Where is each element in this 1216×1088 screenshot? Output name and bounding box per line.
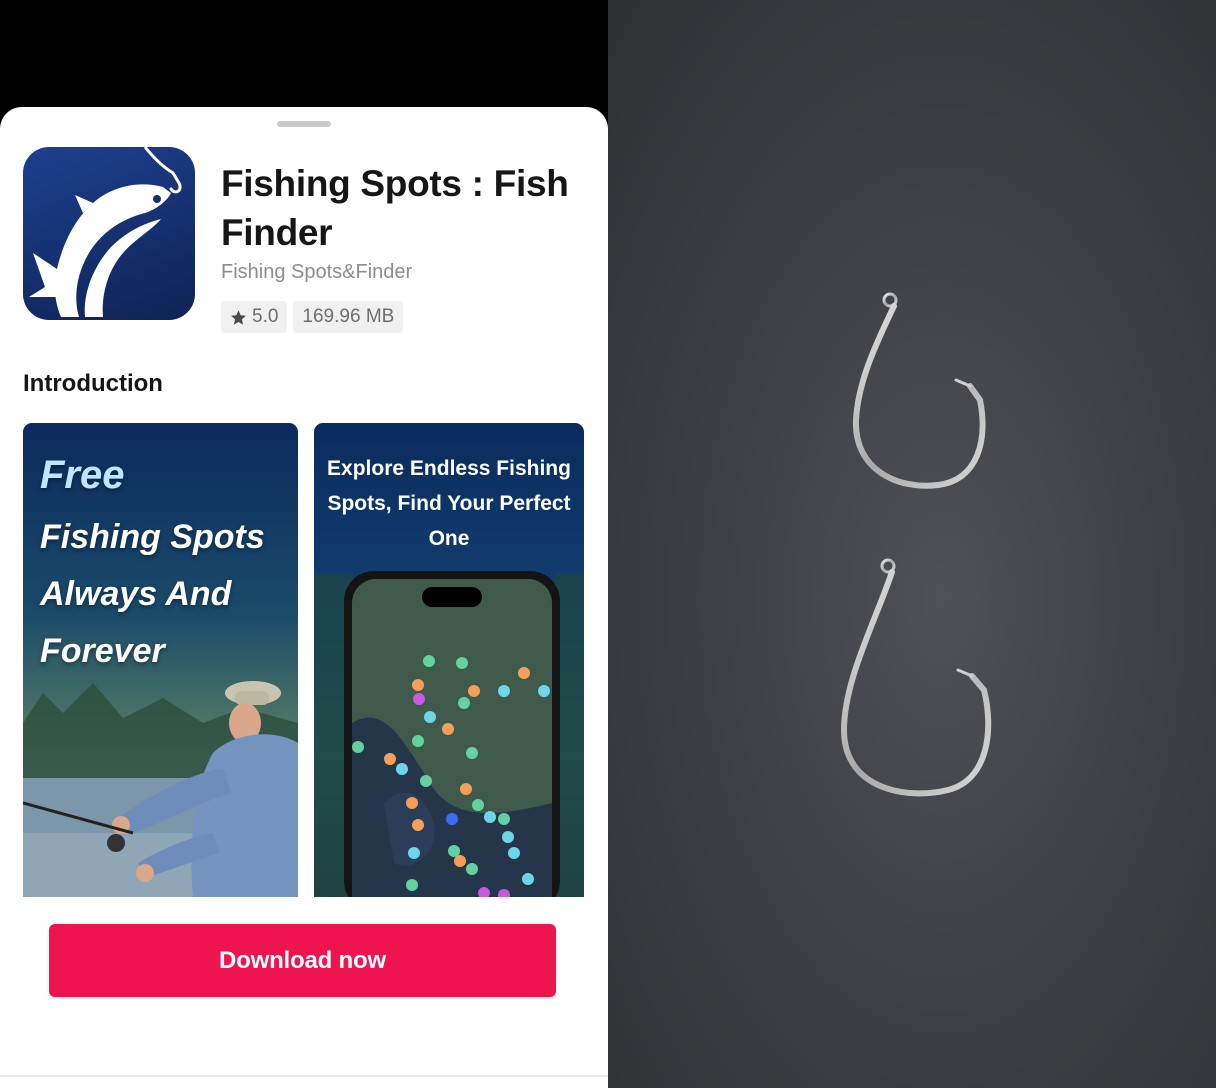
app-title: Fishing Spots : Fish Finder <box>221 163 569 253</box>
introduction-heading: Introduction <box>23 370 163 397</box>
promo-headline: Explore Endless Fishing Spots, Find Your… <box>327 457 571 550</box>
upper-hook-icon <box>852 292 986 489</box>
rating-value: 5.0 <box>252 306 279 327</box>
app-install-panel: Fishing Spots : Fish Finder Fishing Spot… <box>0 0 608 1088</box>
screenshot-1[interactable]: Free Fishing Spots Always And Forever <box>23 423 298 897</box>
fish-hook-logo-icon <box>29 147 182 317</box>
app-size: 169.96 MB <box>302 306 395 327</box>
app-developer: Fishing Spots&Finder <box>221 261 413 283</box>
star-icon <box>231 309 246 325</box>
bottom-sheet: Fishing Spots : Fish Finder Fishing Spot… <box>0 107 608 1088</box>
lower-hook-icon <box>840 558 992 797</box>
hooks-photo <box>608 0 1216 1088</box>
promo-free-label: Free <box>40 453 125 497</box>
screenshot-2[interactable]: Explore Endless Fishing Spots, Find Your… <box>314 423 584 897</box>
app-badges: 5.0 169.96 MB <box>221 301 404 333</box>
size-badge: 169.96 MB <box>293 301 404 333</box>
sheet-divider <box>0 1075 608 1077</box>
download-now-button[interactable]: Download now <box>49 924 556 997</box>
rating-badge: 5.0 <box>221 301 288 333</box>
promo-tagline: Fishing Spots Always And Forever <box>40 518 265 670</box>
sheet-drag-handle[interactable] <box>277 121 331 127</box>
app-icon <box>23 147 195 320</box>
fishing-hooks-photo <box>840 292 992 797</box>
